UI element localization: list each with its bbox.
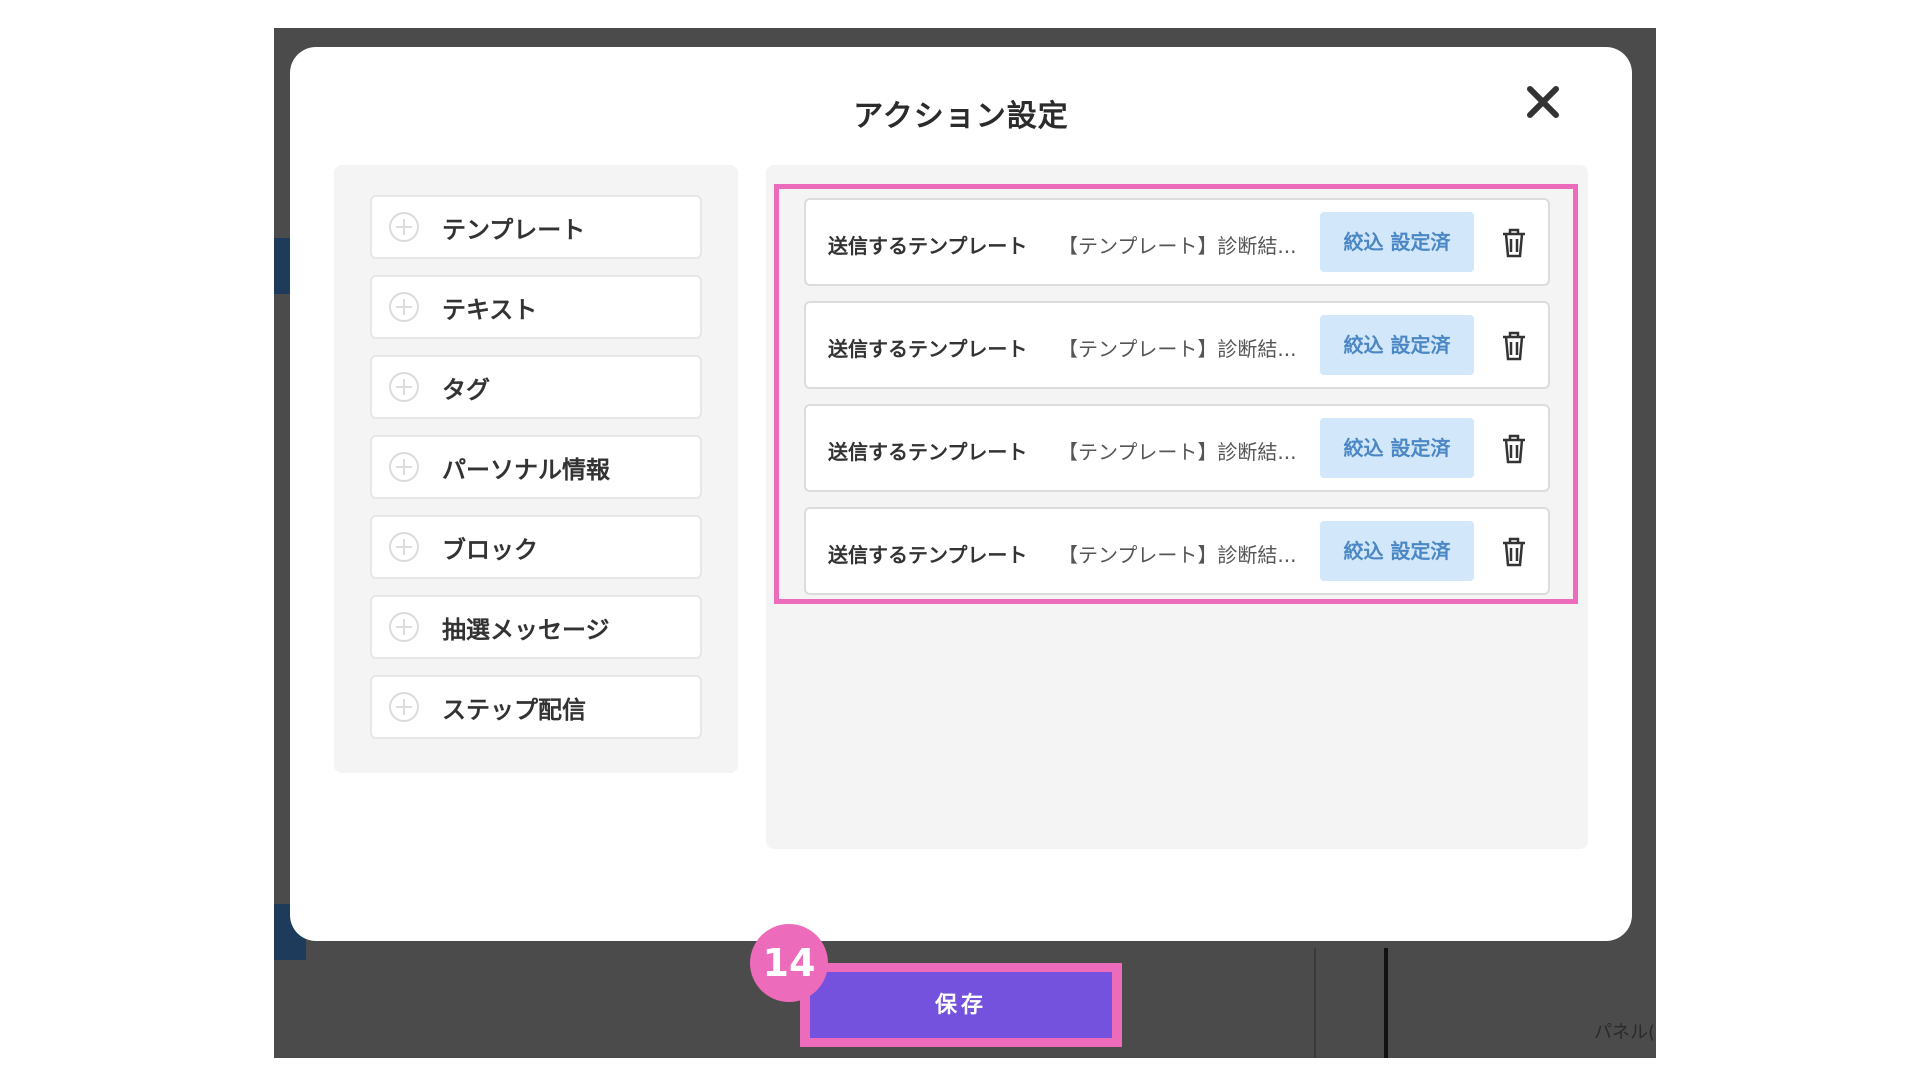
action-row: 送信するテンプレート 【テンプレート】診断結... 絞込 設定済 bbox=[804, 404, 1550, 492]
plus-circle-icon bbox=[389, 612, 419, 642]
plus-circle-icon bbox=[389, 372, 419, 402]
background-divider bbox=[1384, 948, 1388, 1058]
action-item-template[interactable]: テンプレート bbox=[370, 195, 702, 259]
close-icon[interactable] bbox=[1522, 81, 1564, 123]
plus-circle-icon bbox=[389, 692, 419, 722]
action-type-list: テンプレート テキスト タグ パーソナル情報 ブロック 抽選メッセージ ステップ… bbox=[334, 165, 738, 773]
action-item-text[interactable]: テキスト bbox=[370, 275, 702, 339]
action-row: 送信するテンプレート 【テンプレート】診断結... 絞込 設定済 bbox=[804, 301, 1550, 389]
action-item-block[interactable]: ブロック bbox=[370, 515, 702, 579]
action-label: テキスト bbox=[442, 295, 538, 324]
trash-icon[interactable] bbox=[1500, 536, 1528, 568]
action-item-lottery-message[interactable]: 抽選メッセージ bbox=[370, 595, 702, 659]
row-label: 送信するテンプレート bbox=[828, 440, 1028, 464]
trash-icon[interactable] bbox=[1500, 433, 1528, 465]
row-label: 送信するテンプレート bbox=[828, 543, 1028, 567]
plus-circle-icon bbox=[389, 212, 419, 242]
filter-settings-button[interactable]: 絞込 設定済 bbox=[1320, 212, 1474, 272]
modal-title: アクション設定 bbox=[853, 99, 1069, 134]
filter-settings-button[interactable]: 絞込 設定済 bbox=[1320, 315, 1474, 375]
action-item-tag[interactable]: タグ bbox=[370, 355, 702, 419]
action-label: パーソナル情報 bbox=[442, 455, 610, 484]
row-value: 【テンプレート】診断結... bbox=[1058, 337, 1297, 361]
action-label: テンプレート bbox=[442, 215, 586, 244]
row-value: 【テンプレート】診断結... bbox=[1058, 440, 1297, 464]
background-blue-block bbox=[274, 238, 290, 294]
action-row: 送信するテンプレート 【テンプレート】診断結... 絞込 設定済 bbox=[804, 507, 1550, 595]
plus-circle-icon bbox=[389, 292, 419, 322]
plus-circle-icon bbox=[389, 452, 419, 482]
background-panel-label: パネル( bbox=[1594, 1022, 1656, 1043]
action-row: 送信するテンプレート 【テンプレート】診断結... 絞込 設定済 bbox=[804, 198, 1550, 286]
trash-icon[interactable] bbox=[1500, 330, 1528, 362]
action-label: タグ bbox=[442, 375, 490, 404]
row-label: 送信するテンプレート bbox=[828, 234, 1028, 258]
action-label: 抽選メッセージ bbox=[442, 615, 610, 644]
row-value: 【テンプレート】診断結... bbox=[1058, 543, 1297, 567]
action-label: ブロック bbox=[442, 535, 538, 564]
action-label: ステップ配信 bbox=[442, 695, 586, 724]
trash-icon[interactable] bbox=[1500, 227, 1528, 259]
action-item-personal-info[interactable]: パーソナル情報 bbox=[370, 435, 702, 499]
filter-settings-button[interactable]: 絞込 設定済 bbox=[1320, 521, 1474, 581]
row-value: 【テンプレート】診断結... bbox=[1058, 234, 1297, 258]
plus-circle-icon bbox=[389, 532, 419, 562]
save-button[interactable]: 保存 bbox=[810, 972, 1112, 1038]
step-number-badge: 14 bbox=[750, 924, 828, 1002]
action-item-step-delivery[interactable]: ステップ配信 bbox=[370, 675, 702, 739]
row-label: 送信するテンプレート bbox=[828, 337, 1028, 361]
filter-settings-button[interactable]: 絞込 設定済 bbox=[1320, 418, 1474, 478]
background-divider bbox=[1314, 948, 1316, 1058]
